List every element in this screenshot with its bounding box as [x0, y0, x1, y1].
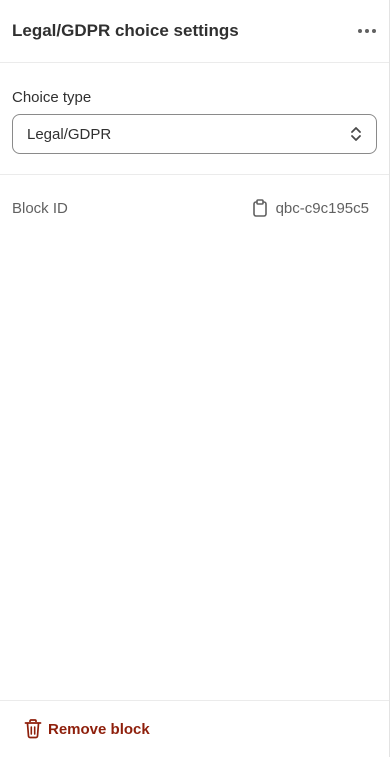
copy-block-id-button[interactable]: qbc-c9c195c5 [252, 199, 369, 217]
choice-type-label: Choice type [12, 89, 92, 106]
panel-title: Legal/GDPR choice settings [12, 21, 239, 40]
select-chevrons-icon [351, 127, 361, 141]
block-settings-panel: Legal/GDPR choice settings Choice type L… [0, 0, 390, 757]
block-id-row: Block ID qbc-c9c195c5 [0, 175, 389, 241]
block-id-label: Block ID [12, 199, 68, 217]
block-id-value: qbc-c9c195c5 [275, 199, 369, 217]
remove-block-button[interactable]: Remove block [24, 719, 150, 739]
panel-footer: Remove block [0, 700, 389, 757]
clipboard-icon [252, 199, 267, 217]
choice-type-section: Choice type Legal/GDPR [0, 63, 389, 175]
more-horizontal-icon [358, 29, 376, 33]
trash-icon [24, 719, 42, 739]
more-actions-button[interactable] [351, 17, 383, 45]
choice-type-select[interactable]: Legal/GDPR [12, 114, 377, 154]
panel-header: Legal/GDPR choice settings [0, 0, 389, 63]
remove-block-label: Remove block [48, 720, 150, 738]
choice-type-value: Legal/GDPR [27, 125, 112, 143]
